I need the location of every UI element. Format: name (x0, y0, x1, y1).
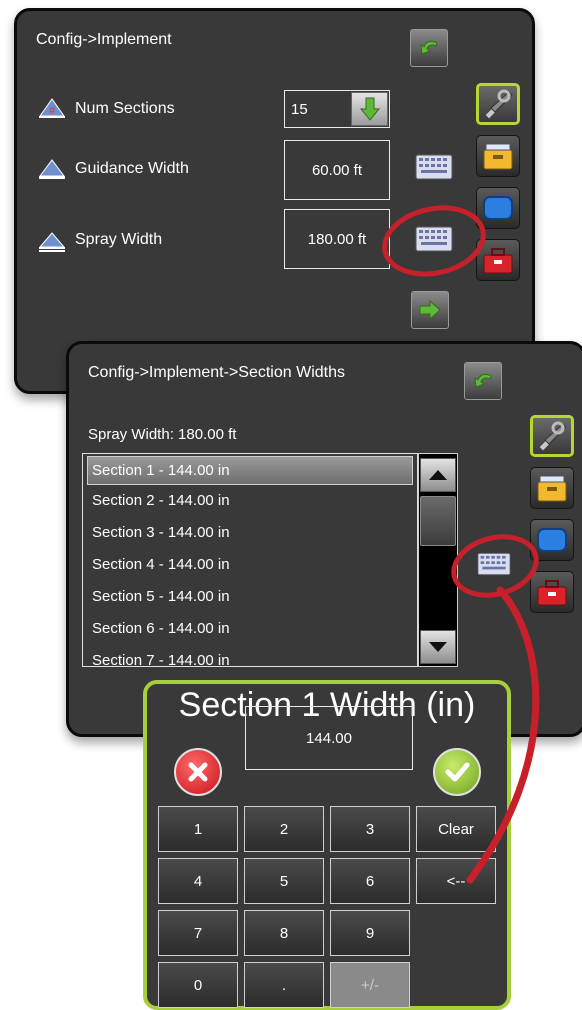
accept-check-icon (445, 762, 470, 782)
spray-width-field[interactable]: 180.00 ft (284, 209, 390, 269)
spray-width-value: 180.00 ft (307, 230, 367, 248)
scroll-thumb[interactable] (420, 496, 456, 546)
list-item[interactable]: Section 5 - 144.00 in (83, 581, 417, 613)
data-management-toolbox-icon (483, 143, 513, 170)
side-tab-data-management[interactable] (530, 467, 574, 509)
guidance-width-keyboard-button[interactable] (414, 153, 454, 181)
key-9[interactable]: 9 (330, 910, 410, 956)
list-item[interactable]: Section 4 - 144.00 in (83, 549, 417, 581)
down-triangle-icon (429, 642, 447, 652)
accept-button[interactable] (433, 748, 481, 796)
key-3[interactable]: 3 (330, 806, 410, 852)
data-management-toolbox-icon (537, 475, 567, 502)
section-list: Section 1 - 144.00 in Section 2 - 144.00… (82, 453, 418, 667)
list-item[interactable]: Section 2 - 144.00 in (83, 485, 417, 517)
section-list-scrollbar[interactable] (418, 453, 458, 667)
back-button[interactable] (464, 362, 502, 400)
keypad-value-display: 144.00 (245, 706, 413, 770)
key-7[interactable]: 7 (158, 910, 238, 956)
numeric-keypad: Section 1 Width (in) 144.00 1 2 3 Clear … (143, 680, 511, 1010)
tools-toolbox-icon (483, 248, 513, 274)
side-tab-console[interactable] (476, 187, 520, 229)
console-display-icon (537, 528, 567, 552)
key-2[interactable]: 2 (244, 806, 324, 852)
key-decimal[interactable]: . (244, 962, 324, 1008)
spray-width-keyboard-button[interactable] (414, 225, 454, 253)
keyboard-icon (477, 552, 511, 576)
num-sections-value: 15 (291, 100, 308, 118)
side-tab-console[interactable] (530, 519, 574, 561)
cancel-button[interactable] (174, 748, 222, 796)
next-arrow-icon (419, 299, 441, 321)
up-triangle-icon (429, 470, 447, 480)
scroll-down-button[interactable] (420, 630, 456, 664)
key-6[interactable]: 6 (330, 858, 410, 904)
num-sections-dropdown-button[interactable] (351, 92, 388, 126)
guidance-width-icon (39, 159, 65, 179)
list-item[interactable]: Section 3 - 144.00 in (83, 517, 417, 549)
scroll-up-button[interactable] (420, 458, 456, 492)
implement-panel (14, 8, 535, 394)
console-display-icon (483, 196, 513, 220)
down-arrow-icon (359, 97, 380, 121)
svg-text:#: # (49, 105, 56, 117)
key-0[interactable]: 0 (158, 962, 238, 1008)
guidance-width-value: 60.00 ft (311, 161, 363, 179)
implement-breadcrumb: Config->Implement (36, 31, 172, 48)
key-backspace[interactable]: <-- (416, 858, 496, 904)
next-button[interactable] (411, 291, 449, 329)
num-sections-label: Num Sections (75, 100, 175, 117)
spray-width-label: Spray Width (75, 231, 163, 248)
list-item[interactable]: Section 7 - 144.00 in (83, 645, 417, 666)
spray-width-icon (38, 232, 66, 252)
key-clear[interactable]: Clear (416, 806, 496, 852)
keypad-value: 144.00 (306, 729, 352, 747)
num-sections-icon: # (39, 98, 65, 118)
back-button[interactable] (410, 29, 448, 67)
spray-width-summary: Spray Width: 180.00 ft (88, 426, 237, 443)
side-tab-configuration[interactable] (476, 83, 520, 125)
side-tab-tools[interactable] (530, 571, 574, 613)
back-arrow-icon (420, 40, 438, 55)
guidance-width-label: Guidance Width (75, 160, 189, 177)
side-tab-data-management[interactable] (476, 135, 520, 177)
cancel-x-icon (188, 762, 208, 782)
side-tab-configuration[interactable] (530, 415, 574, 457)
key-8[interactable]: 8 (244, 910, 324, 956)
section-width-keyboard-button[interactable] (474, 550, 514, 578)
key-5[interactable]: 5 (244, 858, 324, 904)
tools-toolbox-icon (537, 580, 567, 606)
back-arrow-icon (474, 373, 492, 388)
keyboard-icon (415, 154, 453, 180)
configuration-tools-icon (484, 89, 513, 120)
key-4[interactable]: 4 (158, 858, 238, 904)
configuration-tools-icon (538, 421, 567, 452)
list-item[interactable]: Section 1 - 144.00 in (87, 456, 413, 485)
section-widths-breadcrumb: Config->Implement->Section Widths (88, 364, 345, 381)
keyboard-icon (415, 226, 453, 252)
list-item[interactable]: Section 6 - 144.00 in (83, 613, 417, 645)
key-plus-minus: +/- (330, 962, 410, 1008)
side-tab-tools[interactable] (476, 239, 520, 281)
key-1[interactable]: 1 (158, 806, 238, 852)
guidance-width-field[interactable]: 60.00 ft (284, 140, 390, 200)
